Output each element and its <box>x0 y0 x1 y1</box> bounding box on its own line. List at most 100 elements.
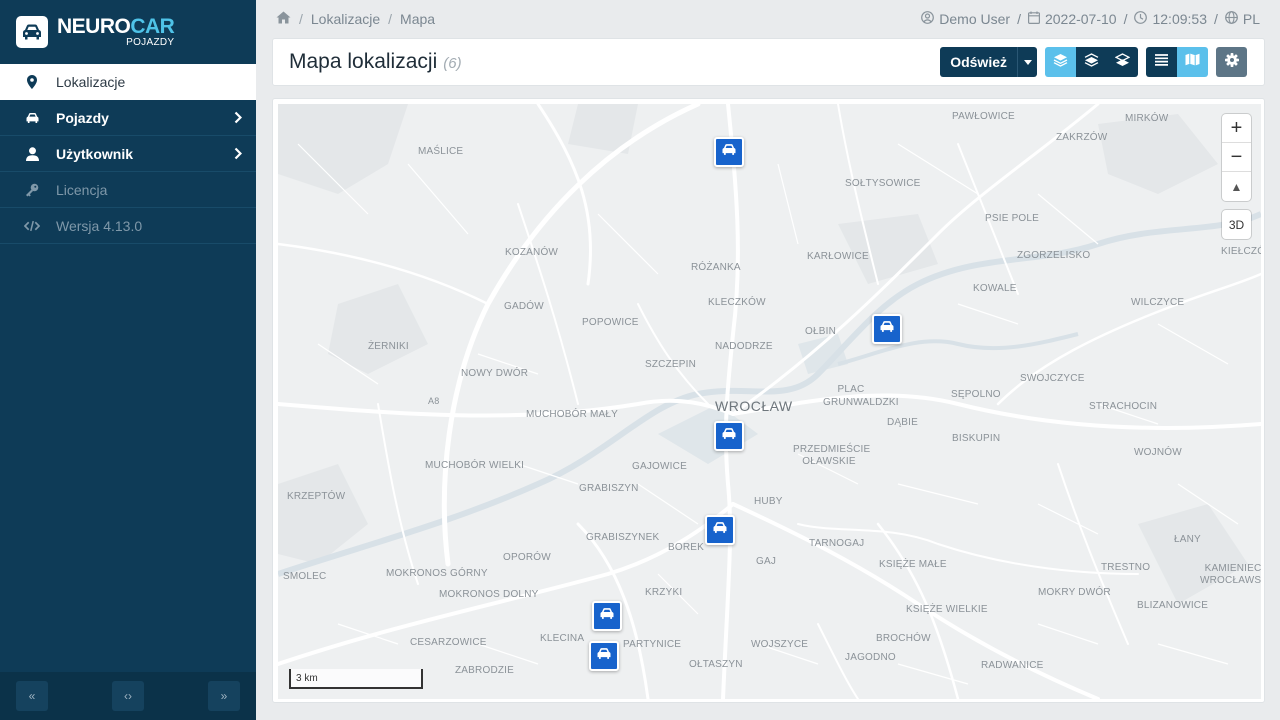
layer-three-button[interactable] <box>1107 47 1138 77</box>
map-marker-icon <box>24 75 40 89</box>
code-toggle-button[interactable]: ‹› <box>112 681 144 711</box>
home-icon[interactable] <box>276 11 291 27</box>
map-place-label: KSIĘŻE MAŁE <box>879 559 947 570</box>
expand-sidebar-button[interactable]: » <box>208 681 240 711</box>
map-place-label: KRZYKI <box>645 587 683 598</box>
logo[interactable]: NEUROCAR POJAZDY <box>0 0 256 64</box>
sidebar-item-licencja[interactable]: Licencja <box>0 172 256 208</box>
map-place-label: JAGODNO <box>845 652 896 663</box>
map-place-label: KIEŁCZÓW <box>1221 246 1261 257</box>
layers-icon <box>1053 53 1068 72</box>
settings-button[interactable] <box>1216 47 1247 77</box>
map-place-label: KOWALE <box>973 283 1017 294</box>
header-user[interactable]: Demo User <box>921 11 1010 27</box>
map-icon <box>1185 53 1200 71</box>
compass-icon: ▲ <box>1230 179 1243 194</box>
page-title: Mapa lokalizacji <box>289 50 438 73</box>
topbar: / Lokalizacje / Mapa Demo User / 2022-07… <box>256 0 1280 38</box>
double-chevron-left-icon: « <box>28 689 36 703</box>
title-card: Mapa lokalizacji (6) Odśwież <box>272 38 1265 86</box>
car-icon <box>712 521 728 539</box>
vehicle-marker[interactable] <box>592 601 622 631</box>
map-place-label: ŁANY <box>1174 534 1201 545</box>
map-place-label: PAWŁOWICE <box>952 111 1015 122</box>
map-place-label: HUBY <box>754 496 783 507</box>
header-separator: / <box>1213 11 1218 27</box>
map-view-button[interactable] <box>1177 47 1208 77</box>
map-place-label: POPOWICE <box>582 317 639 328</box>
caret-down-icon[interactable] <box>1017 47 1037 77</box>
language-selector[interactable]: PL <box>1224 11 1260 27</box>
map-place-label: PRZEDMIEŚCIE OŁAWSKIE <box>793 444 871 467</box>
map-place-label: TRESTNO <box>1101 562 1151 573</box>
sidebar-item-label: Pojazdy <box>56 109 109 126</box>
map-place-label: ŻERNIKI <box>368 341 409 352</box>
map-place-label: GRABISZYN <box>579 483 639 494</box>
zoom-out-button[interactable]: − <box>1222 143 1251 172</box>
map-place-label: KAMIENIEC WROCŁAWSKI <box>1200 563 1261 586</box>
map-canvas[interactable]: WROCŁAW PAWŁOWICE MIRKÓW MAŚLICE ZAKRZÓW… <box>278 104 1261 699</box>
gear-icon <box>1224 52 1239 72</box>
sidebar-item-lokalizacje[interactable]: Lokalizacje <box>0 64 256 100</box>
sidebar-item-label: Użytkownik <box>56 145 134 162</box>
map-place-label: NOWY DWÓR <box>461 368 529 379</box>
sidebar-item-pojazdy[interactable]: Pojazdy <box>0 100 256 136</box>
map-place-label: ZGORZELISKO <box>1017 250 1091 261</box>
header-date-value: 2022-07-10 <box>1044 11 1117 27</box>
car-icon <box>596 647 612 665</box>
map-place-label: PARTYNICE <box>623 639 682 650</box>
user-icon <box>24 146 40 161</box>
header-separator: / <box>1123 11 1128 27</box>
zoom-in-button[interactable]: + <box>1222 114 1251 143</box>
sidebar-item-label: Wersja 4.13.0 <box>56 217 143 234</box>
map-city-label: WROCŁAW <box>715 398 793 414</box>
map-toolbar: Odśwież <box>940 47 1247 77</box>
map-place-label: GADÓW <box>504 301 544 312</box>
layer-two-button[interactable] <box>1076 47 1107 77</box>
code-icon <box>24 220 40 232</box>
calendar-icon <box>1027 11 1040 27</box>
header-separator: / <box>1017 11 1021 27</box>
map-place-label: DĄBIE <box>887 417 919 428</box>
toggle-3d-button[interactable]: 3D <box>1222 210 1251 239</box>
vehicle-marker[interactable] <box>714 137 744 167</box>
breadcrumb-separator: / <box>388 11 393 27</box>
map-place-label: SMOLEC <box>283 571 327 582</box>
layer-one-button[interactable] <box>1045 47 1076 77</box>
map-place-label: MUCHOBÓR WIELKI <box>425 460 525 471</box>
globe-icon <box>1224 11 1238 27</box>
vehicle-marker[interactable] <box>872 314 902 344</box>
user-circle-icon <box>921 11 935 27</box>
double-chevron-right-icon: » <box>220 689 228 703</box>
map-place-label: KLECZKÓW <box>708 297 766 308</box>
breadcrumb-item-lokalizacje[interactable]: Lokalizacje <box>311 11 380 27</box>
brand-name-a: NEURO <box>57 15 131 38</box>
map-place-label: BLIZANOWICE <box>1137 600 1209 611</box>
map-place-label: KRZEPTÓW <box>287 491 346 502</box>
map-place-label: TARNOGAJ <box>809 538 865 549</box>
collapse-sidebar-button[interactable]: « <box>16 681 48 711</box>
compass-button[interactable]: ▲ <box>1222 172 1251 201</box>
vehicle-marker[interactable] <box>589 641 619 671</box>
vehicle-marker[interactable] <box>714 421 744 451</box>
map-place-label: OŁTASZYN <box>689 659 743 670</box>
map-place-label: ZABRODZIE <box>455 665 515 676</box>
car-icon <box>879 320 895 338</box>
refresh-button[interactable]: Odśwież <box>940 47 1037 77</box>
vehicle-marker[interactable] <box>705 515 735 545</box>
map-place-label: SWOJCZYCE <box>1020 373 1085 384</box>
sidebar-item-uzytkownik[interactable]: Użytkownik <box>0 136 256 172</box>
list-view-button[interactable] <box>1146 47 1177 77</box>
map-place-label: KOZANÓW <box>505 247 559 258</box>
map-place-label: RÓŻANKA <box>691 262 741 273</box>
clock-icon <box>1134 11 1148 27</box>
car-logo-icon <box>16 16 48 48</box>
map-place-label: BOREK <box>668 542 705 553</box>
sidebar-footer: « ‹› » <box>0 672 256 720</box>
map-place-label: MOKRONOS GÓRNY <box>386 568 488 579</box>
map-place-label: KARŁOWICE <box>807 251 869 262</box>
map-place-label: MOKRY DWÓR <box>1038 587 1111 598</box>
breadcrumb: / Lokalizacje / Mapa <box>276 11 435 27</box>
header-date: 2022-07-10 <box>1027 11 1117 27</box>
layers-icon <box>1084 52 1099 72</box>
